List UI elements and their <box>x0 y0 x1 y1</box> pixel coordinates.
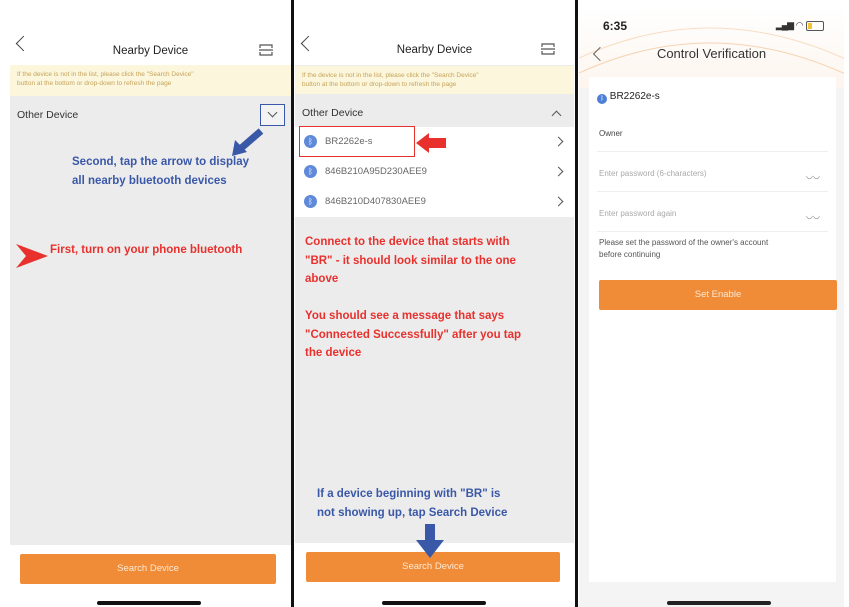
note-connect: Connect to the device that starts with "… <box>305 233 516 289</box>
battery-icon <box>806 20 824 31</box>
owner-field[interactable]: Owner <box>597 117 828 152</box>
note-connect-line1: Connect to the device that starts with <box>305 236 510 248</box>
search-device-button[interactable]: Search Device <box>20 554 276 584</box>
notice-banner: If the device is not in the list, please… <box>295 66 574 94</box>
device-row[interactable]: ᛒ 846B210D407830AEE9 <box>295 187 574 218</box>
notice-text-line1: If the device is not in the list, please… <box>17 71 194 78</box>
note-connect-line2: "BR" - it should look similar to the one <box>305 254 516 267</box>
note-message-line3: the device <box>305 347 362 359</box>
divider <box>575 0 578 607</box>
scan-icon[interactable] <box>259 44 273 56</box>
note-connect-line3: above <box>305 273 339 285</box>
device-name: 846B210A95D230AEE9 <box>325 166 427 177</box>
screen-nearby-device-step2: Nearby Device If the device is not in th… <box>295 8 574 607</box>
scan-icon[interactable] <box>541 43 555 55</box>
signal-icon: ▂▄▆ <box>775 20 794 30</box>
page-title: Nearby Device <box>112 45 189 57</box>
chevron-right-icon <box>553 136 564 147</box>
home-indicator <box>382 601 486 605</box>
verification-card: ᛒ BR2262e-s Owner Enter password (6-char… <box>589 77 837 582</box>
note-search: If a device beginning with "BR" is not s… <box>317 485 507 522</box>
device-heading: ᛒ BR2262e-s <box>597 91 660 104</box>
bluetooth-icon: ᛒ <box>304 165 317 178</box>
page-title: Nearby Device <box>396 44 473 56</box>
device-name: 846B210D407830AEE9 <box>325 196 426 207</box>
device-row[interactable]: ᛒ 846B210A95D230AEE9 <box>295 157 574 188</box>
expand-dropdown-button[interactable] <box>260 104 285 126</box>
notice-text-line2: button at the bottom or drop-down to ref… <box>17 80 172 87</box>
status-icons: ▂▄▆ ◠ <box>776 20 824 31</box>
hint-line1: Please set the password of the owner's a… <box>599 238 769 247</box>
password-again-placeholder: Enter password again <box>599 209 677 218</box>
note-message-line2: "Connected Successfully" after you tap <box>305 328 522 341</box>
note-search-line2: not showing up, tap Search Device <box>317 506 508 519</box>
section-label: Other Device <box>17 109 79 121</box>
home-indicator <box>97 601 201 605</box>
section-label: Other Device <box>302 107 364 119</box>
set-enable-button[interactable]: Set Enable <box>599 280 837 310</box>
screen-control-verification: 6:35 ▂▄▆ ◠ Control Verification ᛒ BR2262… <box>579 8 844 607</box>
eye-closed-icon[interactable]: ◡◡ <box>806 171 820 180</box>
status-time: 6:35 <box>603 19 628 33</box>
page-title: Control Verification <box>656 46 767 61</box>
note-message: You should see a message that says "Conn… <box>305 307 521 363</box>
chevron-right-icon <box>553 166 564 177</box>
nav-bar: Nearby Device <box>10 8 291 65</box>
notice-text-line1: If the device is not in the list, please… <box>302 72 479 79</box>
wifi-icon: ◠ <box>795 20 804 30</box>
highlight-box <box>299 126 415 157</box>
notice-banner: If the device is not in the list, please… <box>10 65 291 96</box>
screen-nearby-device-step1: Nearby Device If the device is not in th… <box>10 8 291 607</box>
bottom-bar: Search Device <box>10 545 291 607</box>
eye-closed-icon[interactable]: ◡◡ <box>806 211 820 220</box>
red-arrow-icon <box>416 133 446 153</box>
hint-line2: before continuing <box>599 250 661 259</box>
owner-label: Owner <box>599 129 623 138</box>
note-second-step: Second, tap the arrow to display all nea… <box>72 153 249 190</box>
note-search-line1: If a device beginning with "BR" is <box>317 488 501 500</box>
other-device-header[interactable]: Other Device <box>10 100 291 130</box>
home-indicator <box>667 601 771 605</box>
bluetooth-icon: ᛒ <box>597 94 607 104</box>
password-placeholder: Enter password (6-characters) <box>599 169 707 178</box>
divider <box>291 0 294 607</box>
other-device-header[interactable]: Other Device <box>295 98 574 128</box>
note-second-line1: Second, tap the arrow to display <box>72 156 250 168</box>
bluetooth-icon: ᛒ <box>304 195 317 208</box>
note-second-line2: all nearby bluetooth devices <box>72 174 227 187</box>
hint-text: Please set the password of the owner's a… <box>599 237 768 261</box>
password-again-field[interactable]: Enter password again ◡◡ <box>597 197 828 232</box>
chevron-up-icon[interactable] <box>551 110 562 121</box>
password-field[interactable]: Enter password (6-characters) ◡◡ <box>597 157 828 192</box>
note-message-line1: You should see a message that says <box>305 310 505 322</box>
nav-bar: Nearby Device <box>295 8 574 65</box>
notice-text-line2: button at the bottom or drop-down to ref… <box>302 81 457 88</box>
red-arrow-icon <box>16 244 48 268</box>
blue-down-arrow-icon <box>416 524 444 558</box>
chevron-right-icon <box>553 196 564 207</box>
device-name: BR2262e-s <box>609 91 660 102</box>
note-first-step: First, turn on your phone bluetooth <box>50 244 243 256</box>
chevron-down-icon <box>267 107 278 118</box>
